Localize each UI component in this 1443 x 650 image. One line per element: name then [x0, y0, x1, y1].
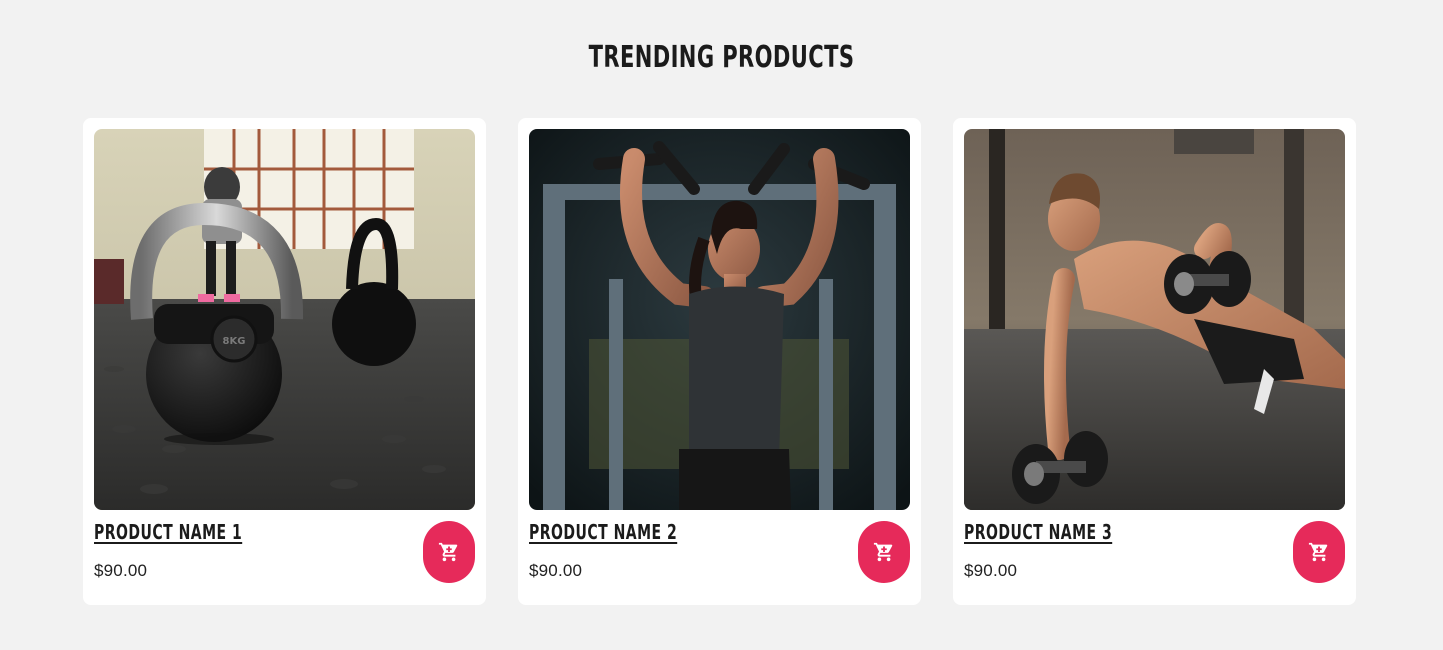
cart-icon [873, 542, 893, 562]
product-name-link[interactable]: PRODUCT NAME 3 [964, 520, 1112, 544]
cart-icon [1308, 542, 1328, 562]
product-card: PRODUCT NAME 3 $90.00 [953, 118, 1356, 605]
add-to-cart-button[interactable] [1293, 521, 1345, 583]
product-image[interactable] [964, 129, 1345, 510]
product-name-link[interactable]: PRODUCT NAME 1 [94, 520, 242, 544]
product-grid: 8KG PRODUCT NAME 1 $90.00 PRODUCT NAME 2… [83, 118, 1356, 605]
product-card: PRODUCT NAME 2 $90.00 [518, 118, 921, 605]
product-price: $90.00 [94, 561, 148, 580]
add-to-cart-button[interactable] [858, 521, 910, 583]
cart-icon [438, 542, 458, 562]
man-dumbbell-pushup-photo [964, 129, 1345, 510]
product-card: 8KG PRODUCT NAME 1 $90.00 [83, 118, 486, 605]
svg-text:8KG: 8KG [223, 336, 246, 347]
woman-pullup-photo [529, 129, 910, 510]
add-to-cart-button[interactable] [423, 521, 475, 583]
section-title: TRENDING PRODUCTS [588, 40, 855, 75]
product-image[interactable] [529, 129, 910, 510]
product-price: $90.00 [964, 561, 1018, 580]
product-name-link[interactable]: PRODUCT NAME 2 [529, 520, 677, 544]
product-price: $90.00 [529, 561, 583, 580]
kettlebell-gym-photo: 8KG [94, 129, 475, 510]
product-image[interactable]: 8KG [94, 129, 475, 510]
trending-products-section: TRENDING PRODUCTS 8KG PRODUCT NAME 1 $90… [0, 0, 1443, 650]
